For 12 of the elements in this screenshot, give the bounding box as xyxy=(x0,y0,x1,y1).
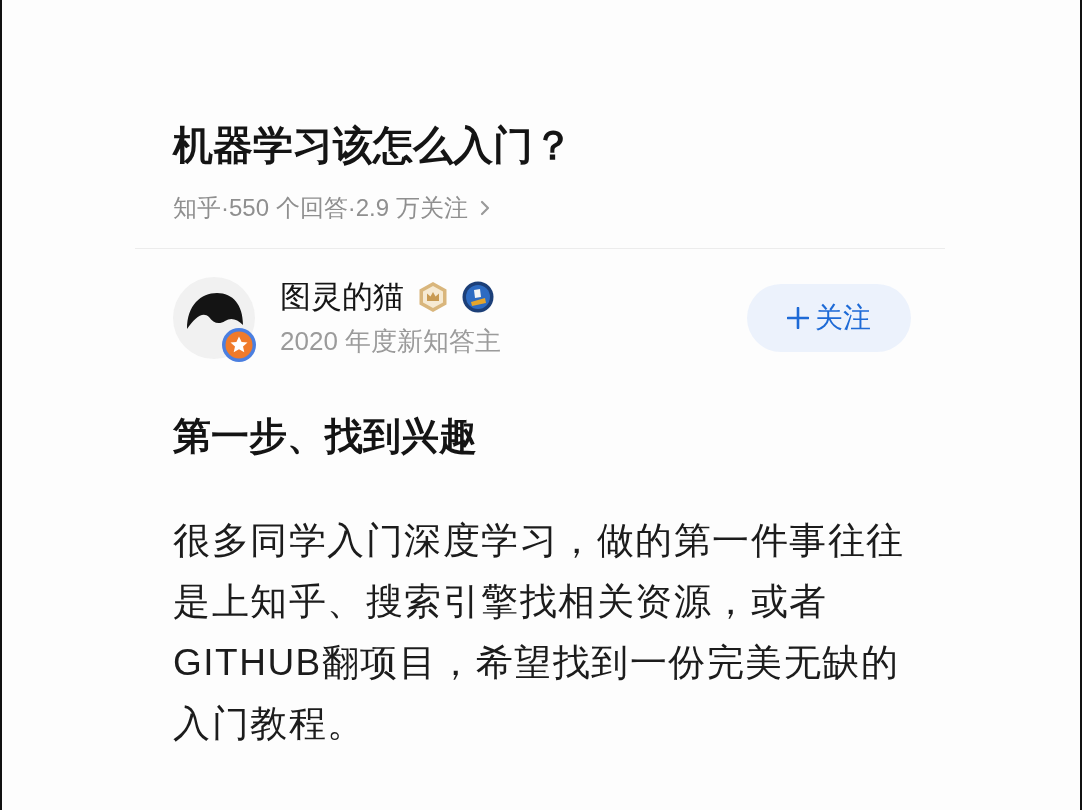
plus-icon xyxy=(787,307,809,329)
author-honor: 2020 年度新知答主 xyxy=(280,325,502,358)
crown-badge-icon xyxy=(418,281,448,313)
author-name[interactable]: 图灵的猫 xyxy=(280,278,404,316)
star-badge-icon xyxy=(221,327,257,363)
answer-paragraph: 很多同学入门深度学习，做的第一件事往往是上知乎、搜索引擎找相关资源，或者GITHUB翻项目，希望找到一份完美无缺的入门教程。 xyxy=(173,519,906,746)
chevron-right-icon xyxy=(479,200,490,216)
answer-heading: 第一步、找到兴趣 xyxy=(173,414,477,459)
follow-button[interactable]: 关注 xyxy=(747,284,911,352)
question-meta-link[interactable]: 知乎·550 个回答·2.9 万关注 xyxy=(173,192,490,224)
round-badge-icon xyxy=(462,281,494,313)
question-title: 机器学习该怎么入门？ xyxy=(173,122,573,169)
